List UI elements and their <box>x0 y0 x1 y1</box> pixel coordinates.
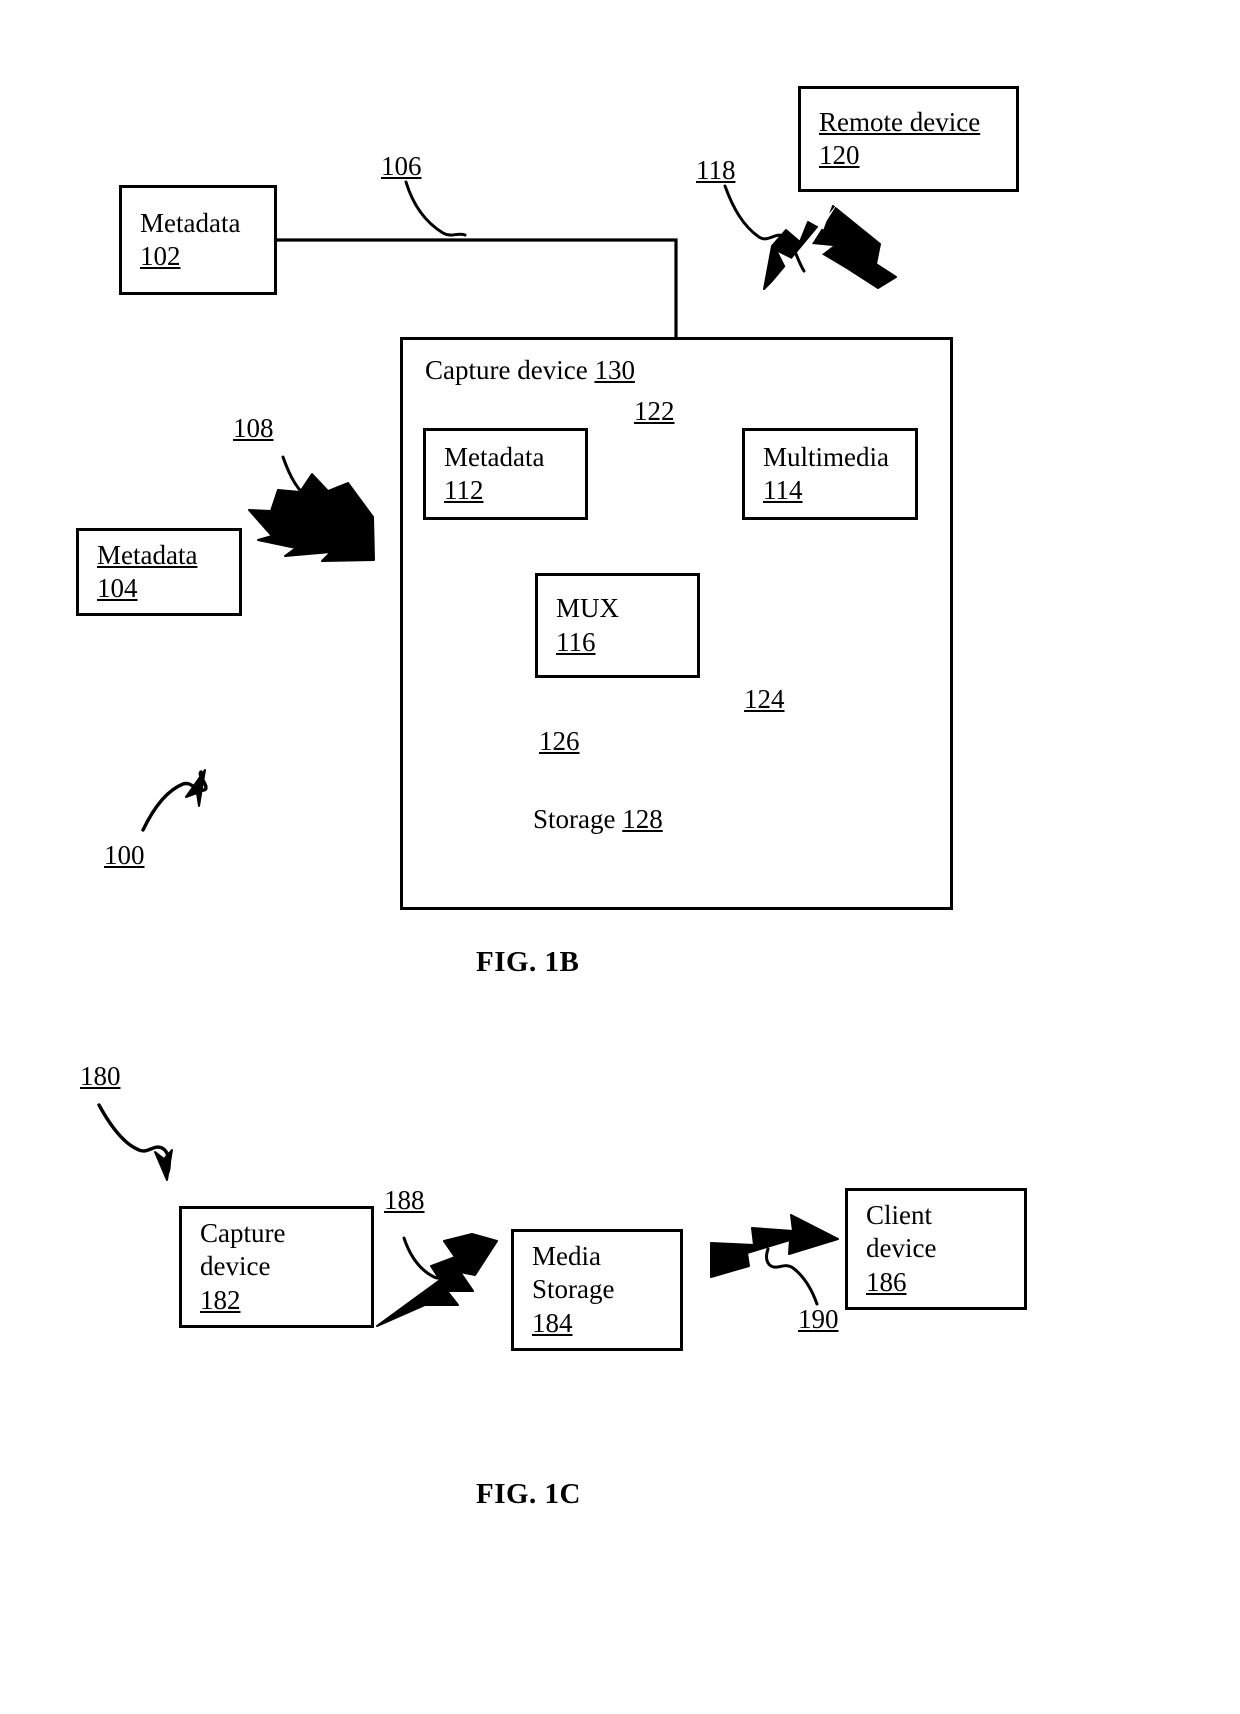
ref-180: 180 <box>80 1061 121 1091</box>
block-multimedia-114-label: Multimedia <box>763 441 889 472</box>
figure-caption-1b: FIG. 1B <box>476 946 580 978</box>
leader-190 <box>764 1247 819 1306</box>
block-metadata-104-ref: 104 <box>97 573 138 603</box>
connector-106 <box>277 238 678 337</box>
ref-106: 106 <box>381 151 422 181</box>
leader-118 <box>723 184 806 273</box>
ref-100: 100 <box>104 840 145 870</box>
block-remote-device-120-ref: 120 <box>819 140 860 170</box>
block-client-device-186-ref: 186 <box>866 1266 907 1297</box>
ref-118: 118 <box>696 155 736 185</box>
patent-drawing-sheet: Metadata 102 Remote device 120 Metadata … <box>0 0 1240 1714</box>
block-client-device-186[interactable]: Client device 186 <box>845 1188 1027 1310</box>
block-mux-116-label: MUX <box>556 593 620 624</box>
block-metadata-102-ref: 102 <box>140 241 181 271</box>
block-remote-device-120-label: Remote device <box>819 106 981 137</box>
block-multimedia-114[interactable]: Multimedia 114 <box>742 428 918 520</box>
leader-106 <box>404 180 467 237</box>
block-metadata-102[interactable]: Metadata 102 <box>119 185 277 295</box>
ref-190: 190 <box>798 1304 839 1334</box>
block-multimedia-114-ref: 114 <box>763 475 803 505</box>
lightning-bolt-118-outline <box>765 203 838 318</box>
ref-122: 122 <box>634 396 675 426</box>
block-mux-116[interactable]: MUX 116 <box>535 573 700 678</box>
ref-108: 108 <box>233 413 274 443</box>
block-metadata-112-label: Metadata <box>444 441 545 472</box>
block-capture-device-182-label1: Capture <box>200 1217 286 1248</box>
block-capture-device-182-ref: 182 <box>200 1284 241 1315</box>
block-metadata-104[interactable]: Metadata 104 <box>76 528 242 616</box>
ref-124: 124 <box>744 684 785 714</box>
block-metadata-104-label: Metadata <box>97 539 198 570</box>
block-capture-device-130-label: Capture device <box>425 355 588 385</box>
block-metadata-102-label: Metadata <box>140 207 241 238</box>
block-capture-device-130-ref: 130 <box>594 355 635 385</box>
block-client-device-186-label1: Client <box>866 1199 932 1230</box>
block-storage-128-text: Storage 128 <box>533 803 663 836</box>
lightning-bolt-118 <box>763 205 897 290</box>
block-remote-device-120[interactable]: Remote device 120 <box>798 86 1019 192</box>
block-media-storage-184[interactable]: Media Storage 184 <box>511 1229 683 1351</box>
block-storage-128-label: Storage <box>533 804 616 834</box>
block-capture-device-130-title: Capture device 130 <box>425 354 635 387</box>
lightning-bolt-108 <box>248 473 375 562</box>
block-client-device-186-label2: device <box>866 1233 937 1264</box>
block-metadata-112[interactable]: Metadata 112 <box>423 428 588 520</box>
ref-188: 188 <box>384 1185 425 1215</box>
block-media-storage-184-label1: Media <box>532 1240 601 1271</box>
block-metadata-112-ref: 112 <box>444 475 484 505</box>
leader-108 <box>281 455 346 542</box>
leader-188 <box>402 1236 470 1292</box>
block-capture-device-182-label2: device <box>200 1251 271 1282</box>
block-capture-device-182[interactable]: Capture device 182 <box>179 1206 374 1328</box>
system-arrow-180 <box>97 1103 173 1181</box>
lightning-bolt-190 <box>710 1214 839 1278</box>
figure-caption-1c: FIG. 1C <box>476 1478 581 1510</box>
block-media-storage-184-ref: 184 <box>532 1307 573 1338</box>
block-mux-116-ref: 116 <box>556 626 596 657</box>
system-arrow-100 <box>141 769 208 832</box>
block-media-storage-184-label2: Storage <box>532 1274 615 1305</box>
lightning-bolt-188 <box>376 1233 498 1327</box>
ref-126: 126 <box>539 726 580 756</box>
block-storage-128[interactable]: Storage 128 <box>511 763 724 895</box>
block-storage-128-ref: 128 <box>622 804 663 834</box>
